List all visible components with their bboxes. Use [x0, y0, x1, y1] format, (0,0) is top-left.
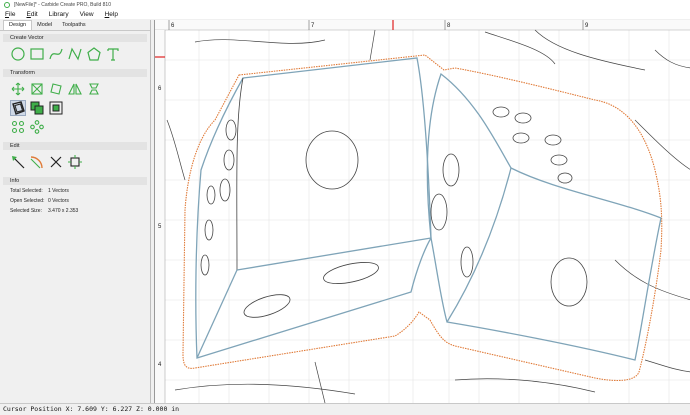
die-left-outline[interactable] — [195, 57, 432, 359]
linear-array-icon — [30, 120, 44, 134]
transform-tools-row1 — [10, 81, 105, 97]
section-transform: Transform — [3, 69, 147, 77]
circular-array-button[interactable] — [10, 119, 26, 135]
boolean-union-icon — [30, 101, 44, 115]
node-edit-icon — [12, 156, 25, 169]
circle-icon — [11, 47, 25, 61]
text-tool-button[interactable] — [105, 46, 121, 62]
align-tool-button[interactable] — [86, 81, 102, 97]
linear-array-button[interactable] — [29, 119, 45, 135]
trim-icon — [50, 156, 62, 168]
section-edit: Edit — [3, 142, 147, 150]
edit-tools — [10, 154, 86, 170]
app-icon — [4, 1, 10, 8]
menu-view[interactable]: View — [80, 11, 94, 18]
circle-tool-button[interactable] — [10, 46, 26, 62]
ruler-left: 6 5 4 — [155, 30, 166, 403]
offset-icon — [12, 101, 25, 115]
transform-tools-row2 — [10, 100, 67, 116]
boolean-subtract-icon — [49, 101, 63, 115]
mirror-icon — [68, 83, 82, 95]
menu-file[interactable]: File — [5, 11, 16, 18]
rectangle-icon — [30, 48, 44, 60]
polyline-icon — [68, 47, 82, 61]
trim-button[interactable] — [48, 154, 64, 170]
move-icon — [11, 82, 25, 96]
rotate-icon — [50, 83, 62, 95]
offset-tool-button[interactable] — [10, 100, 26, 116]
offset-toolpath — [182, 54, 663, 382]
join-icon — [68, 155, 82, 169]
rotate-tool-button[interactable] — [48, 81, 64, 97]
mirror-tool-button[interactable] — [67, 81, 83, 97]
canvas-drawing[interactable]: 6 7 8 9 6 5 4 — [155, 20, 690, 403]
transform-tools-row3 — [10, 119, 48, 135]
fillet-icon — [30, 156, 43, 169]
tab-bar: Design Model Toolpaths — [0, 20, 150, 31]
menu-help[interactable]: Help — [105, 11, 118, 18]
boolean-union-button[interactable] — [29, 100, 45, 116]
design-sidebar: Design Model Toolpaths Create Vector Tra… — [0, 20, 151, 403]
design-canvas[interactable]: 6 7 8 9 6 5 4 — [154, 20, 690, 403]
title-bar: [NewFile]* - Carbide Create PRO, Build 8… — [0, 0, 690, 9]
tab-design[interactable]: Design — [3, 20, 33, 30]
ruler-top: 6 7 8 9 — [155, 20, 690, 31]
info-open-selected: Open Selected: 0 Vectors — [10, 198, 69, 204]
menu-library[interactable]: Library — [49, 11, 69, 18]
boolean-subtract-button[interactable] — [48, 100, 64, 116]
scale-icon — [31, 83, 43, 95]
scale-tool-button[interactable] — [29, 81, 45, 97]
curve-tool-button[interactable] — [48, 46, 64, 62]
circular-array-icon — [11, 120, 25, 134]
polygon-tool-button[interactable] — [86, 46, 102, 62]
text-icon — [107, 48, 119, 61]
window-title: [NewFile]* - Carbide Create PRO, Build 8… — [14, 1, 111, 8]
polygon-icon — [87, 47, 101, 61]
info-selected-size: Selected Size: 3.470 x 2.353 — [10, 208, 79, 214]
status-bar: Cursor Position X: 7.609 Y: 6.227 Z: 0.0… — [0, 403, 690, 415]
section-info: Info — [3, 177, 147, 185]
die-left — [195, 57, 432, 359]
fillet-button[interactable] — [29, 154, 45, 170]
section-create-vector: Create Vector — [3, 34, 147, 42]
node-edit-button[interactable] — [10, 154, 26, 170]
cursor-position: Cursor Position X: 7.609 Y: 6.227 Z: 0.0… — [3, 405, 180, 413]
move-tool-button[interactable] — [10, 81, 26, 97]
menu-bar: File Edit Library View Help — [0, 9, 690, 19]
curve-icon — [49, 48, 63, 60]
align-icon — [89, 83, 99, 95]
menu-edit[interactable]: Edit — [27, 11, 38, 18]
rectangle-tool-button[interactable] — [29, 46, 45, 62]
die-right — [426, 72, 662, 361]
polyline-tool-button[interactable] — [67, 46, 83, 62]
info-total-selected: Total Selected: 1 Vectors — [10, 188, 69, 194]
tab-toolpaths[interactable]: Toolpaths — [57, 21, 91, 30]
create-vector-tools — [10, 46, 124, 62]
tab-model[interactable]: Model — [32, 21, 57, 30]
die-right-outline[interactable] — [426, 72, 662, 361]
join-button[interactable] — [67, 154, 83, 170]
